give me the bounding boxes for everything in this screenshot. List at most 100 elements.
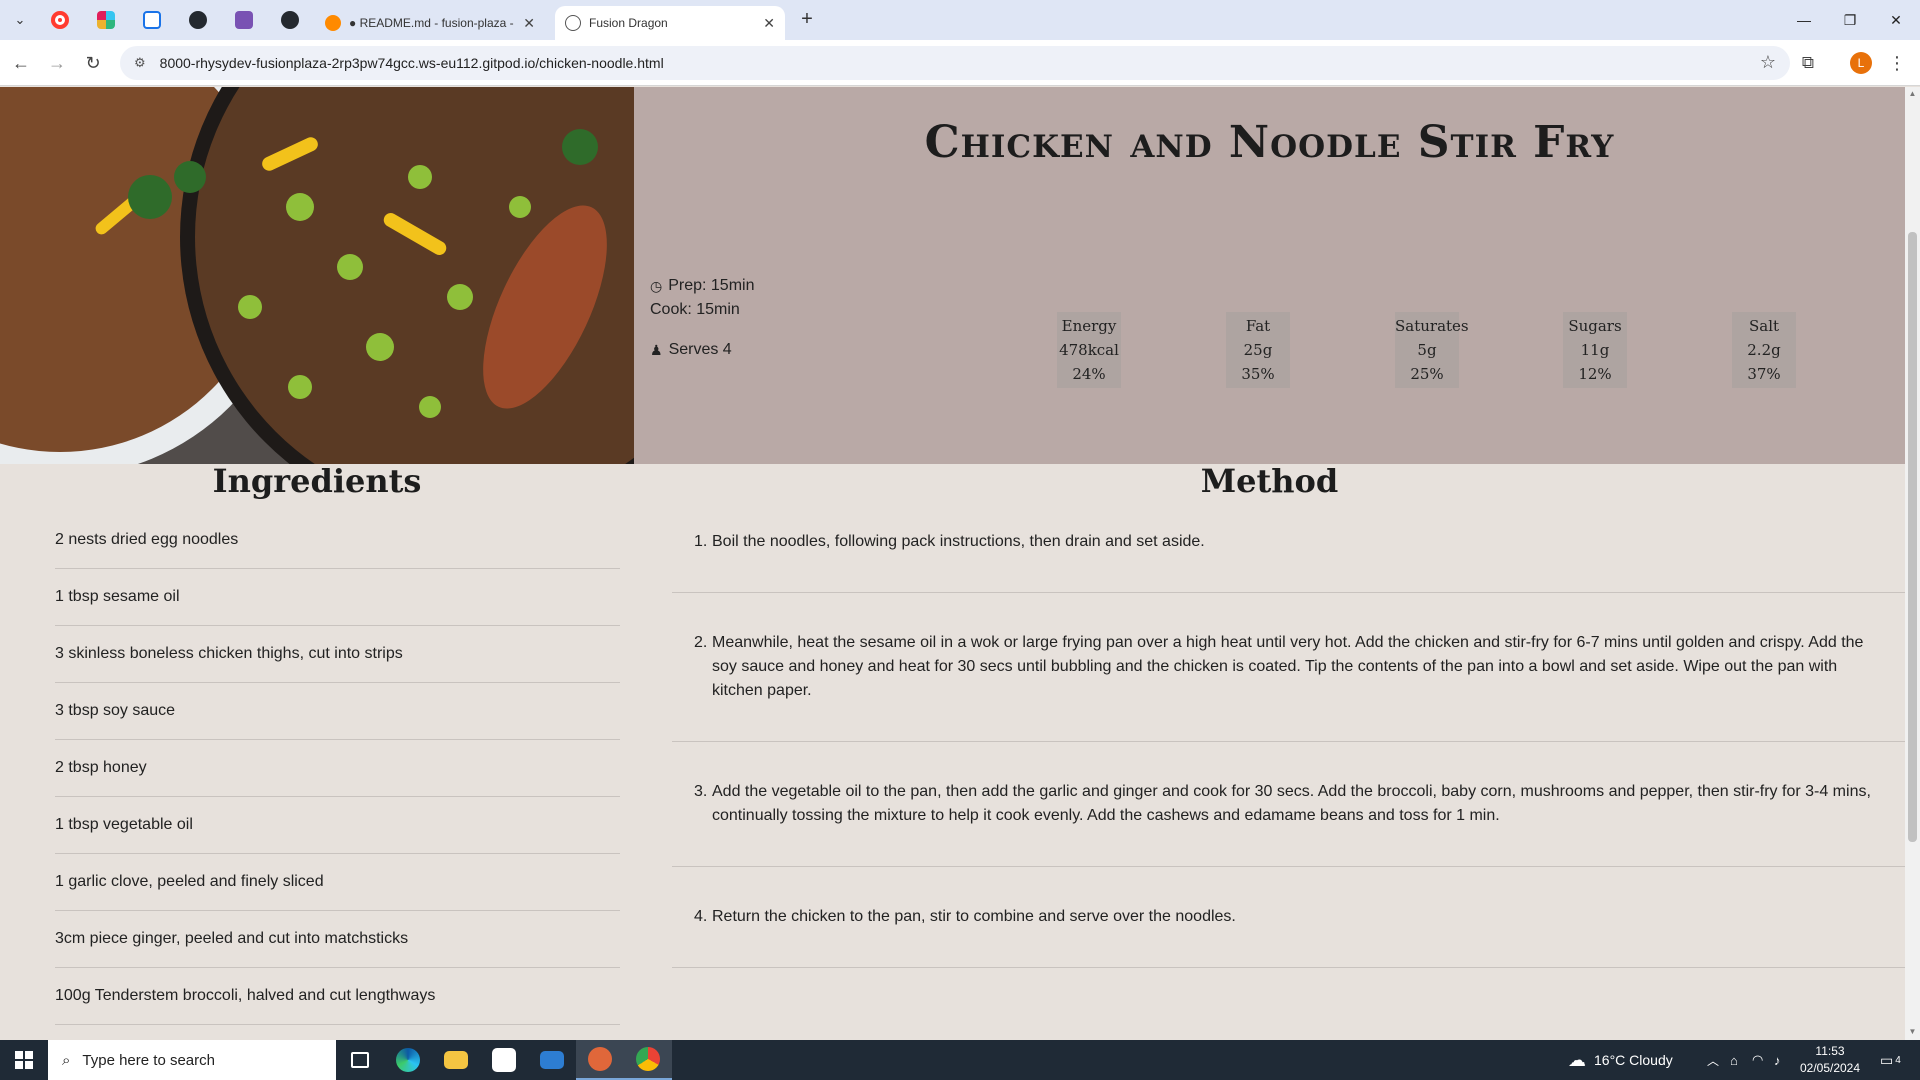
serves-count: Serves 4 bbox=[668, 341, 732, 358]
tab-search-icon[interactable]: ⌄ bbox=[8, 8, 32, 32]
step-text: Add the vegetable oil to the pan, then a… bbox=[712, 783, 1871, 824]
scroll-up-icon[interactable]: ▲ bbox=[1908, 89, 1917, 99]
tab-fusion-dragon-label: Fusion Dragon bbox=[589, 16, 668, 30]
scroll-down-icon[interactable]: ▼ bbox=[1908, 1027, 1917, 1037]
profile-avatar[interactable]: L bbox=[1850, 52, 1872, 74]
taskbar-search-placeholder: Type here to search bbox=[82, 1051, 215, 1069]
scrollbar-thumb[interactable] bbox=[1908, 232, 1917, 842]
opera-tab-icon[interactable] bbox=[46, 8, 74, 32]
page-viewport: Chicken and Noodle Stir Fry ◷ Prep: 15min… bbox=[0, 87, 1905, 1040]
method-heading: Method bbox=[1200, 462, 1339, 500]
system-clock[interactable]: 11:53 02/05/2024 bbox=[1790, 1043, 1870, 1077]
notification-count: 4 bbox=[1895, 1054, 1901, 1066]
calendar-tab-icon[interactable] bbox=[138, 8, 166, 32]
step-text: Boil the noodles, following pack instruc… bbox=[712, 533, 1205, 550]
slack-tab-icon[interactable] bbox=[92, 8, 120, 32]
list-item: 1 tbsp sesame oil bbox=[55, 569, 620, 626]
nutrition-energy: Energy 478kcal 24% bbox=[1057, 312, 1121, 388]
list-item: 1 garlic clove, peeled and finely sliced bbox=[55, 854, 620, 911]
close-window-icon[interactable]: ✕ bbox=[1884, 8, 1908, 32]
nutrition-amount: 5g bbox=[1417, 341, 1437, 359]
person-icon: ♟ bbox=[650, 342, 663, 358]
windows-start-icon[interactable] bbox=[0, 1040, 48, 1080]
nutrition-name: Saturates bbox=[1395, 317, 1469, 335]
nutrition-saturates: Saturates 5g 25% bbox=[1395, 312, 1469, 388]
list-item: 3 skinless boneless chicken thighs, cut … bbox=[55, 626, 620, 683]
list-item: 2 nests dried egg noodles bbox=[55, 512, 620, 569]
method-step: 3. Add the vegetable oil to the pan, the… bbox=[672, 742, 1905, 867]
ingredients-heading: Ingredients bbox=[212, 462, 422, 500]
address-bar[interactable]: ⚙ 8000-rhysydev-fusionplaza-2rp3pw74gcc.… bbox=[120, 46, 1790, 80]
nutrition-amount: 478kcal bbox=[1059, 341, 1119, 359]
nutrition-sugars: Sugars 11g 12% bbox=[1563, 312, 1627, 388]
search-icon: ⌕ bbox=[62, 1051, 71, 1069]
nutrition-percent: 24% bbox=[1072, 365, 1106, 383]
list-item: 3cm piece ginger, peeled and cut into ma… bbox=[55, 911, 620, 968]
nutrition-name: Sugars bbox=[1568, 317, 1622, 335]
show-hidden-icons[interactable]: ︿ bbox=[1707, 1040, 1719, 1080]
stir-fry-image bbox=[0, 87, 634, 464]
nutrition-amount: 25g bbox=[1243, 341, 1273, 359]
volume-icon[interactable]: ♪ bbox=[1774, 1040, 1781, 1080]
url-text: 8000-rhysydev-fusionplaza-2rp3pw74gcc.ws… bbox=[159, 55, 664, 71]
notifications-icon[interactable]: ▭ 4 bbox=[1880, 1040, 1901, 1080]
cloud-icon: ☁ bbox=[1568, 1049, 1586, 1070]
discord-icon[interactable] bbox=[576, 1040, 624, 1080]
bookmark-star-icon[interactable]: ☆ bbox=[1760, 52, 1776, 73]
file-explorer-icon[interactable] bbox=[432, 1040, 480, 1080]
github-tab-icon-2[interactable] bbox=[276, 8, 304, 32]
network-icon[interactable]: ⌂ bbox=[1730, 1040, 1738, 1080]
github-tab-icon[interactable] bbox=[184, 8, 212, 32]
mail-icon[interactable] bbox=[528, 1040, 576, 1080]
list-item: 1 tbsp vegetable oil bbox=[55, 797, 620, 854]
gitpod-icon bbox=[325, 15, 341, 31]
site-info-icon[interactable]: ⚙ bbox=[134, 55, 146, 71]
chrome-icon[interactable] bbox=[624, 1040, 672, 1080]
windows-taskbar: ⌕ Type here to search ☁ 16°C Cloudy ︿ ⌂ … bbox=[0, 1040, 1920, 1080]
recipe-title: Chicken and Noodle Stir Fry bbox=[924, 117, 1615, 168]
list-item: 3 tbsp soy sauce bbox=[55, 683, 620, 740]
store-icon[interactable] bbox=[480, 1040, 528, 1080]
new-tab-button[interactable]: + bbox=[795, 8, 819, 32]
edge-icon[interactable] bbox=[384, 1040, 432, 1080]
nutrition-amount: 2.2g bbox=[1747, 341, 1781, 359]
list-item: 100g Tenderstem broccoli, halved and cut… bbox=[55, 968, 620, 1025]
prep-time: Prep: 15min bbox=[668, 277, 755, 294]
tab-fusion-dragon[interactable]: Fusion Dragon ✕ bbox=[555, 6, 785, 40]
ingredients-list: 2 nests dried egg noodles 1 tbsp sesame … bbox=[55, 512, 620, 1025]
task-view-icon[interactable] bbox=[336, 1040, 384, 1080]
taskbar-search[interactable]: ⌕ Type here to search bbox=[48, 1040, 336, 1080]
restore-icon[interactable]: ❐ bbox=[1838, 8, 1862, 32]
step-text: Return the chicken to the pan, stir to c… bbox=[712, 908, 1236, 925]
wifi-icon[interactable]: ◠ bbox=[1752, 1040, 1763, 1080]
tab-strip: ⌄ ● README.md - fusion-plaza - ✕ Fusion … bbox=[0, 0, 1920, 40]
bootstrap-tab-icon[interactable] bbox=[230, 8, 258, 32]
nutrition-percent: 25% bbox=[1410, 365, 1444, 383]
nutrition-percent: 12% bbox=[1578, 365, 1612, 383]
globe-icon bbox=[565, 15, 581, 31]
nutrition-percent: 37% bbox=[1747, 365, 1781, 383]
step-number: 1. bbox=[694, 533, 708, 550]
nutrition-fat: Fat 25g 35% bbox=[1226, 312, 1290, 388]
minimize-icon[interactable]: — bbox=[1792, 8, 1816, 32]
browser-menu-icon[interactable]: ⋮ bbox=[1886, 50, 1908, 76]
step-number: 3. bbox=[694, 783, 708, 800]
nutrition-amount: 11g bbox=[1580, 341, 1610, 359]
back-icon[interactable]: ← bbox=[8, 50, 34, 76]
reload-icon[interactable]: ↻ bbox=[80, 50, 106, 76]
step-text: Meanwhile, heat the sesame oil in a wok … bbox=[712, 634, 1864, 699]
nutrition-salt: Salt 2.2g 37% bbox=[1732, 312, 1796, 388]
forward-icon[interactable]: → bbox=[44, 50, 70, 76]
page-scrollbar[interactable]: ▲ ▼ bbox=[1905, 87, 1920, 1040]
nutrition-name: Energy bbox=[1061, 317, 1117, 335]
weather-widget[interactable]: ☁ 16°C Cloudy bbox=[1568, 1040, 1673, 1080]
recipe-meta: ◷ Prep: 15min Cook: 15min ♟ Serves 4 bbox=[650, 274, 754, 362]
close-icon[interactable]: ✕ bbox=[523, 15, 535, 32]
method-list: 1. Boil the noodles, following pack inst… bbox=[672, 512, 1905, 968]
method-step: 4. Return the chicken to the pan, stir t… bbox=[672, 867, 1905, 968]
extensions-icon[interactable]: ⧉ bbox=[1795, 50, 1821, 76]
close-icon[interactable]: ✕ bbox=[763, 15, 775, 32]
cook-time: Cook: 15min bbox=[650, 301, 740, 318]
tab-readme[interactable]: ● README.md - fusion-plaza - ✕ bbox=[315, 6, 545, 40]
method-step: 2. Meanwhile, heat the sesame oil in a w… bbox=[672, 593, 1905, 742]
